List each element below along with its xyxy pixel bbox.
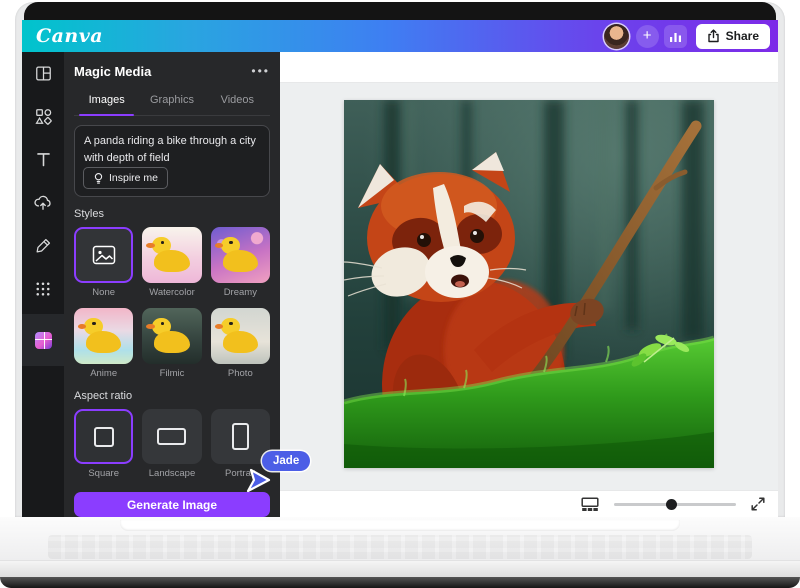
styles-heading: Styles — [74, 208, 270, 220]
sidebar-rail — [22, 52, 64, 517]
rail-item-elements[interactable] — [22, 95, 64, 138]
style-option-dreamy[interactable]: Dreamy — [211, 227, 270, 298]
duck-illustration — [142, 308, 201, 364]
style-thumb-watercolor[interactable] — [142, 227, 201, 283]
style-label: Anime — [74, 368, 133, 379]
grid-dots-icon — [34, 280, 52, 298]
style-option-filmic[interactable]: Filmic — [142, 308, 201, 379]
aspect-label: Square — [74, 468, 133, 479]
generated-image-red-panda[interactable] — [344, 100, 714, 468]
aspect-thumb-square[interactable] — [74, 409, 133, 464]
laptop-deck-top — [0, 517, 800, 561]
expand-icon — [751, 497, 765, 511]
app-window: Canva + — [22, 20, 778, 517]
prompt-value: A panda riding a bike through a city wit… — [84, 133, 260, 166]
laptop-deck-edge — [0, 561, 800, 578]
laptop-screen-bezel: Canva + — [15, 2, 785, 517]
topbar-actions: + Share — [604, 20, 770, 52]
aspect-thumb-portrait[interactable] — [211, 409, 270, 464]
style-label: Photo — [211, 368, 270, 379]
style-option-none[interactable]: None — [74, 227, 133, 298]
aspect-thumb-landscape[interactable] — [142, 409, 201, 464]
fullscreen-button[interactable] — [751, 497, 765, 511]
generate-image-button[interactable]: Generate Image — [74, 492, 270, 517]
magic-media-app-icon — [35, 332, 52, 349]
aspect-label: Landscape — [142, 468, 201, 479]
duck-illustration — [142, 227, 201, 283]
topbar: Canva + — [22, 20, 778, 52]
style-option-watercolor[interactable]: Watercolor — [142, 227, 201, 298]
red-panda-illustration — [344, 100, 714, 468]
laptop-mockup: Canva + — [0, 0, 800, 588]
rail-item-uploads[interactable] — [22, 181, 64, 224]
canvas-statusbar — [280, 490, 778, 517]
zoom-slider-knob[interactable] — [666, 499, 677, 510]
duck-illustration — [211, 227, 270, 283]
aspect-option-portrait[interactable]: Portrait — [211, 409, 270, 479]
panel-title: Magic Media — [74, 64, 151, 79]
share-label: Share — [726, 29, 759, 43]
styles-grid: None Watercolor Dreamy — [74, 227, 270, 379]
user-avatar[interactable] — [604, 24, 629, 49]
aspect-label: Portrait — [211, 468, 270, 479]
style-thumb-none[interactable] — [74, 227, 133, 283]
aspect-option-landscape[interactable]: Landscape — [142, 409, 201, 479]
panel-menu-button[interactable]: ••• — [251, 66, 270, 76]
insights-button[interactable] — [664, 25, 687, 48]
tab-videos[interactable]: Videos — [205, 86, 270, 115]
cloud-upload-icon — [33, 193, 53, 213]
rail-item-apps[interactable] — [22, 267, 64, 310]
lightbulb-icon — [93, 172, 104, 185]
upload-icon — [707, 29, 720, 43]
style-label: Filmic — [142, 368, 201, 379]
canva-logo[interactable]: Canva — [36, 20, 103, 52]
aspect-ratio-heading: Aspect ratio — [74, 390, 270, 402]
square-icon — [94, 427, 114, 447]
pages-view-button[interactable] — [581, 497, 599, 512]
rail-item-design[interactable] — [22, 52, 64, 95]
plus-icon: + — [643, 28, 652, 43]
image-placeholder-icon — [92, 245, 116, 265]
bar-chart-icon — [669, 30, 682, 43]
shapes-icon — [34, 107, 53, 126]
portrait-icon — [232, 423, 249, 450]
zoom-slider[interactable] — [614, 499, 736, 510]
style-thumb-anime[interactable] — [74, 308, 133, 364]
editor-toolbar — [280, 52, 778, 83]
rail-item-magic-media[interactable] — [22, 314, 64, 366]
share-button[interactable]: Share — [696, 24, 770, 49]
pages-icon — [581, 497, 599, 512]
style-label: Watercolor — [142, 287, 201, 298]
style-label: Dreamy — [211, 287, 270, 298]
media-type-tabs: Images Graphics Videos — [74, 86, 270, 116]
editor-canvas — [280, 52, 778, 517]
magic-media-panel: Magic Media ••• Images Graphics Videos A… — [64, 52, 280, 517]
tab-images[interactable]: Images — [74, 86, 139, 115]
tab-graphics[interactable]: Graphics — [139, 86, 204, 115]
pen-icon — [34, 236, 53, 255]
prompt-input[interactable]: A panda riding a bike through a city wit… — [74, 125, 270, 197]
landscape-icon — [157, 428, 186, 445]
laptop-base — [0, 577, 800, 588]
aspect-option-square[interactable]: Square — [74, 409, 133, 479]
rail-item-text[interactable] — [22, 138, 64, 181]
duck-illustration — [211, 308, 270, 364]
text-icon — [34, 150, 53, 169]
aspect-ratio-grid: Square Landscape Portrait — [74, 409, 270, 479]
style-thumb-filmic[interactable] — [142, 308, 201, 364]
laptop-keyboard — [48, 535, 752, 559]
add-collaborator-button[interactable]: + — [636, 25, 659, 48]
layout-icon — [34, 64, 53, 83]
inspire-me-button[interactable]: Inspire me — [83, 167, 168, 189]
style-thumb-dreamy[interactable] — [211, 227, 270, 283]
rail-item-draw[interactable] — [22, 224, 64, 267]
laptop-keyboard-deck — [0, 517, 800, 588]
laptop-hinge — [120, 520, 680, 531]
inspire-me-label: Inspire me — [109, 172, 158, 184]
style-thumb-photo[interactable] — [211, 308, 270, 364]
style-label: None — [74, 287, 133, 298]
style-option-anime[interactable]: Anime — [74, 308, 133, 379]
duck-illustration — [74, 308, 133, 364]
style-option-photo[interactable]: Photo — [211, 308, 270, 379]
